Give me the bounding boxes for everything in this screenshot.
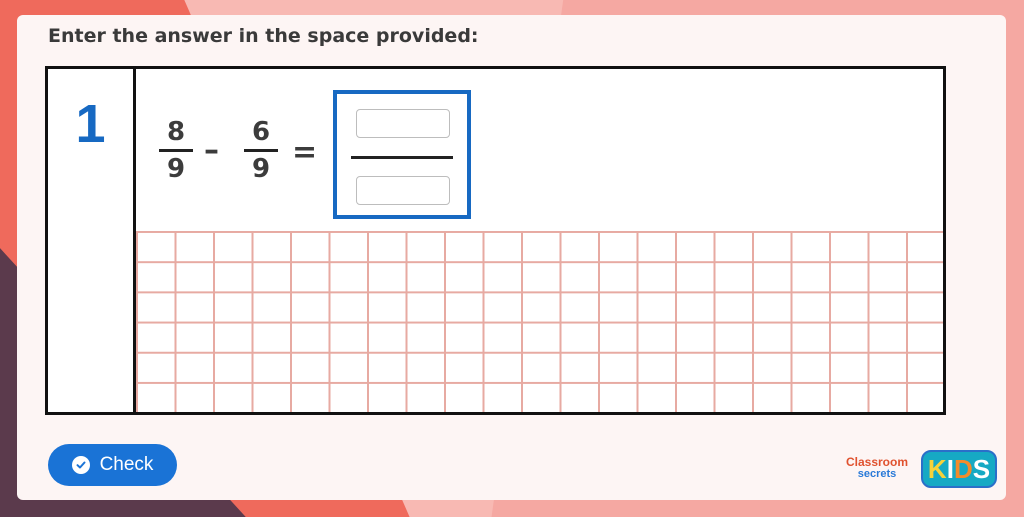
fraction-b: 6 9 [244,117,278,184]
kids-letter-k: K [927,453,947,484]
fraction-a-numerator: 8 [166,117,186,147]
question-number-column: 1 [48,69,136,412]
instruction-text: Enter the answer in the space provided: [48,25,479,47]
answer-numerator-input[interactable] [356,109,450,138]
classroom-secrets-kids-logo: Classroom secrets K I D S [841,450,1001,490]
fraction-b-numerator: 6 [251,117,271,147]
minus-operator: – [204,133,219,168]
question-box: 1 8 9 – 6 9 = [45,66,946,415]
logo-secrets-text: secrets [857,468,897,480]
kids-letter-s: S [972,453,991,484]
check-button-label: Check [99,454,154,475]
logo-classroom-text: Classroom [845,455,909,469]
fraction-a-denominator: 9 [166,154,186,184]
kids-badge: K I D S [921,450,997,488]
classroom-secrets-wordmark: Classroom secrets [841,456,913,480]
working-grid [136,231,943,412]
question-number: 1 [75,94,106,154]
kids-letter-i: I [946,453,954,484]
kids-letter-d: D [953,453,973,484]
question-card: Enter the answer in the space provided: … [17,15,1006,500]
equals-sign: = [292,135,318,170]
answer-denominator-input[interactable] [356,176,450,205]
fraction-a-bar [159,149,193,152]
answer-fraction-bar [351,156,453,159]
answer-box [333,90,471,219]
fraction-b-bar [244,149,278,152]
fraction-a: 8 9 [159,117,193,184]
check-circle-icon [71,456,90,474]
check-button[interactable]: Check [48,444,177,486]
fraction-b-denominator: 9 [251,154,271,184]
